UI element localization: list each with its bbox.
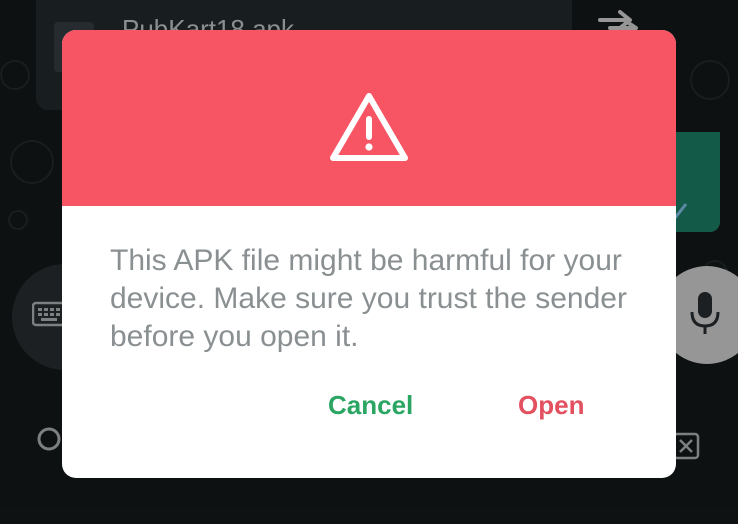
- cancel-button[interactable]: Cancel: [328, 390, 413, 421]
- chat-screen: PubKart18.apk This APK file might be har…: [0, 0, 738, 524]
- dialog-message: This APK file might be harmful for your …: [110, 244, 627, 353]
- dialog-actions: Cancel Open: [62, 390, 676, 434]
- open-button[interactable]: Open: [518, 390, 584, 421]
- dialog-header: [62, 30, 676, 206]
- warning-triangle-icon: [330, 93, 408, 161]
- warning-dialog: This APK file might be harmful for your …: [62, 30, 676, 478]
